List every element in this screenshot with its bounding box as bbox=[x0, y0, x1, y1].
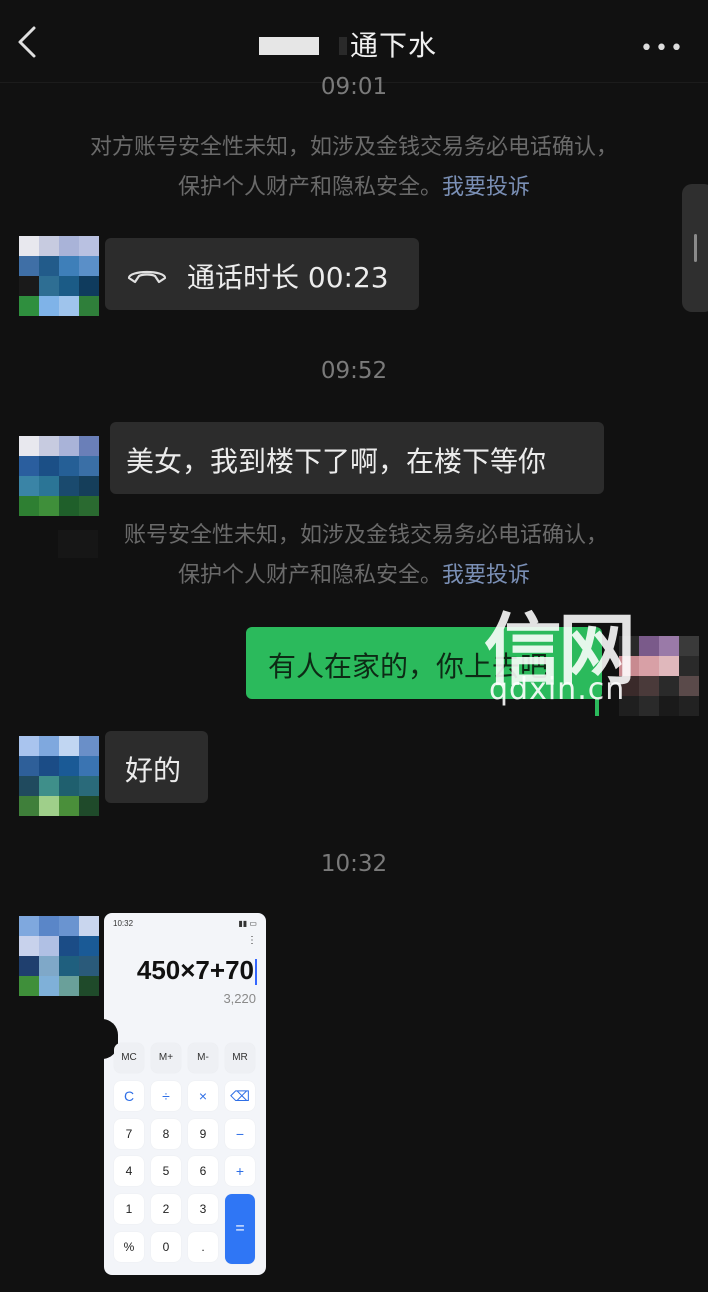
calc-menu-icon: ⋮ bbox=[247, 935, 257, 946]
contact-name-mosaic bbox=[259, 37, 319, 55]
security-notice: 账号安全性未知，如涉及金钱交易务必电话确认， 保护个人财产和隐私安全。我要投诉 bbox=[30, 516, 678, 596]
calc-result: 3,220 bbox=[223, 991, 256, 1006]
received-message-bubble[interactable]: 好的 bbox=[105, 731, 208, 803]
contact-avatar[interactable] bbox=[19, 916, 99, 996]
timestamp: 10:32 bbox=[320, 851, 388, 877]
watermark-url: qdxin.cn bbox=[489, 672, 626, 707]
security-notice-line1: 账号安全性未知，如涉及金钱交易务必电话确认， bbox=[123, 523, 608, 548]
security-notice: 对方账号安全性未知，如涉及金钱交易务必电话确认， 保护个人财产和隐私安全。我要投… bbox=[30, 128, 678, 208]
contact-avatar[interactable] bbox=[19, 236, 99, 316]
calc-key-mr: MR bbox=[225, 1043, 255, 1073]
calc-status-icons: ▮▮ ▭ bbox=[238, 919, 257, 928]
phone-hangup-icon bbox=[127, 270, 167, 284]
calc-key-2: 2 bbox=[151, 1194, 181, 1224]
message-text: 美女，我到楼下了啊，在楼下等你 bbox=[126, 445, 547, 478]
image-message-calculator[interactable]: 10:32 ▮▮ ▭ ⋮ 450×7+70 3,220 MC M+ M- MR … bbox=[104, 913, 266, 1275]
calc-key-7: 7 bbox=[114, 1119, 144, 1149]
calc-key-0: 0 bbox=[151, 1232, 181, 1262]
calc-key-dot: . bbox=[188, 1232, 218, 1262]
calc-key-1: 1 bbox=[114, 1194, 144, 1224]
chat-title: 通下水 bbox=[350, 29, 438, 62]
received-message-bubble[interactable]: 美女，我到楼下了啊，在楼下等你 bbox=[110, 422, 604, 494]
mosaic-patch bbox=[58, 530, 98, 558]
calc-key-plus: + bbox=[225, 1156, 255, 1186]
message-text: 好的 bbox=[125, 754, 182, 787]
calc-key-minus: − bbox=[225, 1119, 255, 1149]
timestamp: 09:52 bbox=[320, 358, 388, 384]
contact-avatar[interactable] bbox=[19, 736, 99, 816]
report-link[interactable]: 我要投诉 bbox=[442, 175, 530, 200]
calc-key-6: 6 bbox=[188, 1156, 218, 1186]
report-link[interactable]: 我要投诉 bbox=[442, 563, 530, 588]
calc-key-mminus: M- bbox=[188, 1043, 218, 1073]
calc-key-divide: ÷ bbox=[151, 1081, 181, 1111]
contact-name-mosaic-2 bbox=[339, 37, 347, 55]
chat-header: 通下水 ••• bbox=[0, 0, 708, 83]
back-arrow-icon[interactable] bbox=[14, 24, 44, 60]
contact-avatar[interactable] bbox=[19, 436, 99, 516]
calc-key-backspace: ⌫ bbox=[225, 1081, 255, 1111]
call-duration-text: 通话时长 00:23 bbox=[187, 261, 389, 294]
calc-key-9: 9 bbox=[188, 1119, 218, 1149]
calc-key-multiply: × bbox=[188, 1081, 218, 1111]
security-notice-line2: 保护个人财产和隐私安全。 bbox=[177, 175, 442, 200]
calc-key-4: 4 bbox=[114, 1156, 144, 1186]
calc-status-time: 10:32 bbox=[113, 919, 134, 928]
calc-expression: 450×7+70 bbox=[137, 955, 257, 986]
more-options-icon[interactable]: ••• bbox=[640, 36, 685, 61]
scroll-handle[interactable] bbox=[682, 184, 708, 312]
calc-key-8: 8 bbox=[151, 1119, 181, 1149]
security-notice-line1: 对方账号安全性未知，如涉及金钱交易务必电话确认， bbox=[89, 135, 618, 160]
calc-key-mc: MC bbox=[114, 1043, 144, 1073]
calc-key-3: 3 bbox=[188, 1194, 218, 1224]
security-notice-line2: 保护个人财产和隐私安全。 bbox=[177, 563, 442, 588]
calc-key-clear: C bbox=[114, 1081, 144, 1111]
timestamp: 09:01 bbox=[320, 74, 388, 100]
calc-key-mplus: M+ bbox=[151, 1043, 181, 1073]
calc-key-percent: % bbox=[114, 1232, 144, 1262]
calc-key-equals: = bbox=[225, 1194, 255, 1264]
calc-key-5: 5 bbox=[151, 1156, 181, 1186]
call-duration-bubble[interactable]: 通话时长 00:23 bbox=[105, 238, 419, 310]
